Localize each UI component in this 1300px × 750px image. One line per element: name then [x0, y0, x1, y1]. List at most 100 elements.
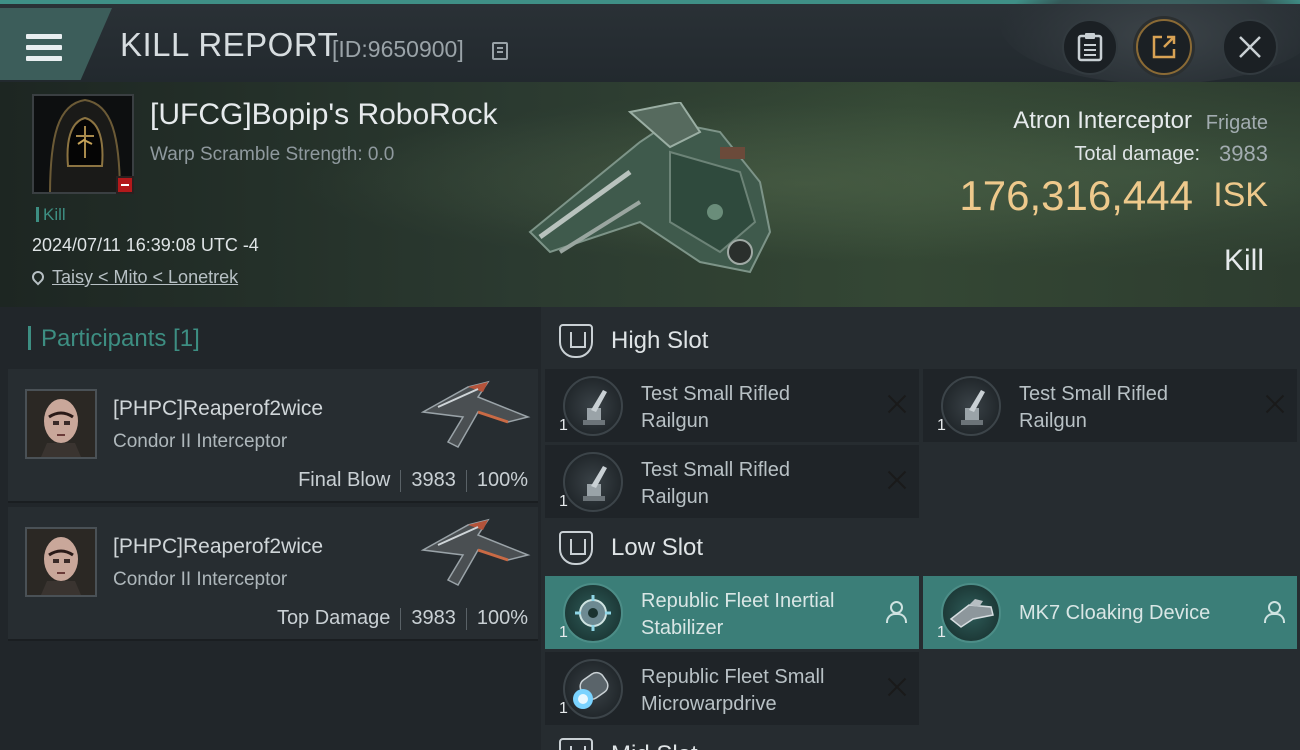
- isk-label: ISK: [1213, 176, 1268, 214]
- module-name: Republic Fleet Small Microwarpdrive: [641, 664, 861, 718]
- module-name-line1: Test Small Rifled: [1019, 383, 1168, 405]
- high-slot-header: High Slot: [559, 321, 708, 361]
- destroyed-icon: [887, 394, 907, 414]
- module-name: MK7 Cloaking Device: [1019, 600, 1239, 627]
- stats-divider: [465, 469, 467, 492]
- participant-damage: 3983: [411, 469, 456, 491]
- victim-ship-image[interactable]: [520, 102, 790, 282]
- module-name-line1: Test Small Rifled: [641, 459, 790, 481]
- participant-role: Final Blow: [298, 469, 391, 491]
- module-quantity: 1: [559, 493, 568, 510]
- participants-title: Participants [1]: [28, 325, 200, 353]
- module-quantity: 1: [937, 417, 946, 434]
- clipboard-icon: [1077, 33, 1103, 62]
- pilot-portrait-icon: [27, 391, 95, 457]
- result-label: Kill: [1223, 244, 1264, 277]
- module-item[interactable]: 1 Republic Fleet Inertial Stabilizer: [545, 576, 919, 649]
- share-icon: [1152, 35, 1176, 59]
- module-name-line1: MK7 Cloaking Device: [1019, 602, 1211, 624]
- module-item[interactable]: 1 Test Small Rifled Railgun: [923, 369, 1297, 442]
- module-name: Test Small Rifled Railgun: [641, 457, 861, 511]
- stats-divider: [400, 607, 402, 630]
- module-item[interactable]: 1 Test Small Rifled Railgun: [545, 369, 919, 442]
- microwarpdrive-icon: [563, 659, 623, 719]
- victim-ship-name[interactable]: Atron Interceptor: [1013, 107, 1192, 135]
- participant-avatar[interactable]: [25, 527, 97, 597]
- module-item[interactable]: 1 Test Small Rifled Railgun: [545, 445, 919, 518]
- location-link[interactable]: Taisy < Mito < Lonetrek: [52, 267, 238, 287]
- high-slot-label: High Slot: [611, 327, 709, 354]
- module-name-line1: Republic Fleet Inertial: [641, 590, 835, 612]
- participant-stats: Top Damage 3983 100%: [277, 607, 528, 630]
- participants-panel: Participants [1] [PHPC]Reaperof2wice Con…: [0, 307, 541, 750]
- report-id: [ID:9650900]: [332, 36, 464, 62]
- module-name-line2: Microwarpdrive: [641, 693, 777, 715]
- module-quantity: 1: [559, 417, 568, 434]
- mid-slot-icon: [559, 738, 593, 750]
- participant-ship-image[interactable]: [418, 377, 538, 457]
- victim-ship-class: Frigate: [1205, 112, 1268, 134]
- top-bar: KILL REPORT [ID:9650900]: [0, 0, 1300, 84]
- kill-tag: Kill: [36, 205, 66, 225]
- module-name-line2: Stabilizer: [641, 617, 724, 639]
- destroyed-icon: [887, 677, 907, 697]
- module-quantity: 1: [559, 700, 568, 717]
- module-item[interactable]: 1 MK7 Cloaking Device: [923, 576, 1297, 649]
- close-icon: [1239, 36, 1261, 58]
- menu-button[interactable]: [0, 8, 112, 80]
- participant-avatar[interactable]: [25, 389, 97, 459]
- railgun-icon: [563, 452, 623, 512]
- cloaking-device-icon: [941, 583, 1001, 643]
- module-name-line2: Railgun: [641, 486, 709, 508]
- participant-card[interactable]: [PHPC]Reaperof2wice Condor II Intercepto…: [8, 369, 538, 503]
- stats-divider: [465, 607, 467, 630]
- dropped-person-icon: [1263, 601, 1285, 623]
- kill-datetime: 2024/07/11 16:39:08 UTC -4: [32, 235, 259, 255]
- destroyed-icon: [887, 470, 907, 490]
- report-button[interactable]: [1062, 19, 1118, 75]
- participant-ship: Condor II Interceptor: [113, 569, 288, 590]
- railgun-icon: [941, 376, 1001, 436]
- participant-percent: 100%: [476, 469, 528, 491]
- share-button[interactable]: [1136, 19, 1192, 75]
- module-name: Test Small Rifled Railgun: [1019, 381, 1239, 435]
- page-title: KILL REPORT: [120, 26, 339, 63]
- warp-scramble-strength: Warp Scramble Strength: 0.0: [150, 144, 395, 165]
- hamburger-icon: [26, 34, 62, 64]
- participant-card[interactable]: [PHPC]Reaperof2wice Condor II Intercepto…: [8, 507, 538, 641]
- victim-banner: [UFCG]Bopip's RoboRock Warp Scramble Str…: [0, 82, 1300, 307]
- participant-name[interactable]: [PHPC]Reaperof2wice: [113, 535, 323, 559]
- participant-percent: 100%: [476, 607, 528, 629]
- railgun-icon: [563, 376, 623, 436]
- participant-name[interactable]: [PHPC]Reaperof2wice: [113, 397, 323, 421]
- participant-ship-image[interactable]: [418, 515, 538, 595]
- victim-name[interactable]: [UFCG]Bopip's RoboRock: [150, 98, 498, 132]
- module-name: Test Small Rifled Railgun: [641, 381, 861, 435]
- participant-stats: Final Blow 3983 100%: [298, 469, 528, 492]
- mid-slot-label: Mid Slot: [611, 741, 698, 750]
- pilot-portrait-icon: [27, 529, 95, 595]
- module-name-line2: Railgun: [641, 410, 709, 432]
- close-button[interactable]: [1222, 19, 1278, 75]
- copy-icon[interactable]: [492, 42, 508, 60]
- total-damage-label: Total damage:: [1074, 143, 1200, 165]
- dropped-person-icon: [885, 601, 907, 623]
- kill-location[interactable]: Taisy < Mito < Lonetrek: [29, 267, 238, 288]
- inertial-stabilizer-icon: [563, 583, 623, 643]
- module-item[interactable]: 1 Republic Fleet Small Microwarpdrive: [545, 652, 919, 725]
- low-slot-header: Low Slot: [559, 528, 703, 568]
- location-pin-icon: [29, 268, 47, 286]
- isk-value: 176,316,444: [959, 172, 1193, 219]
- module-name: Republic Fleet Inertial Stabilizer: [641, 588, 861, 642]
- participant-role: Top Damage: [276, 607, 391, 629]
- low-slot-icon: [559, 531, 593, 565]
- fitting-panel: High Slot 1 Test Small Rifled Railgun 1 …: [541, 307, 1300, 750]
- destroyed-badge-icon: [116, 176, 134, 194]
- module-name-line1: Republic Fleet Small: [641, 666, 825, 688]
- module-name-line1: Test Small Rifled: [641, 383, 790, 405]
- module-quantity: 1: [559, 624, 568, 641]
- stats-divider: [400, 469, 402, 492]
- high-slot-icon: [559, 324, 593, 358]
- participant-damage: 3983: [411, 607, 456, 629]
- module-quantity: 1: [937, 624, 946, 641]
